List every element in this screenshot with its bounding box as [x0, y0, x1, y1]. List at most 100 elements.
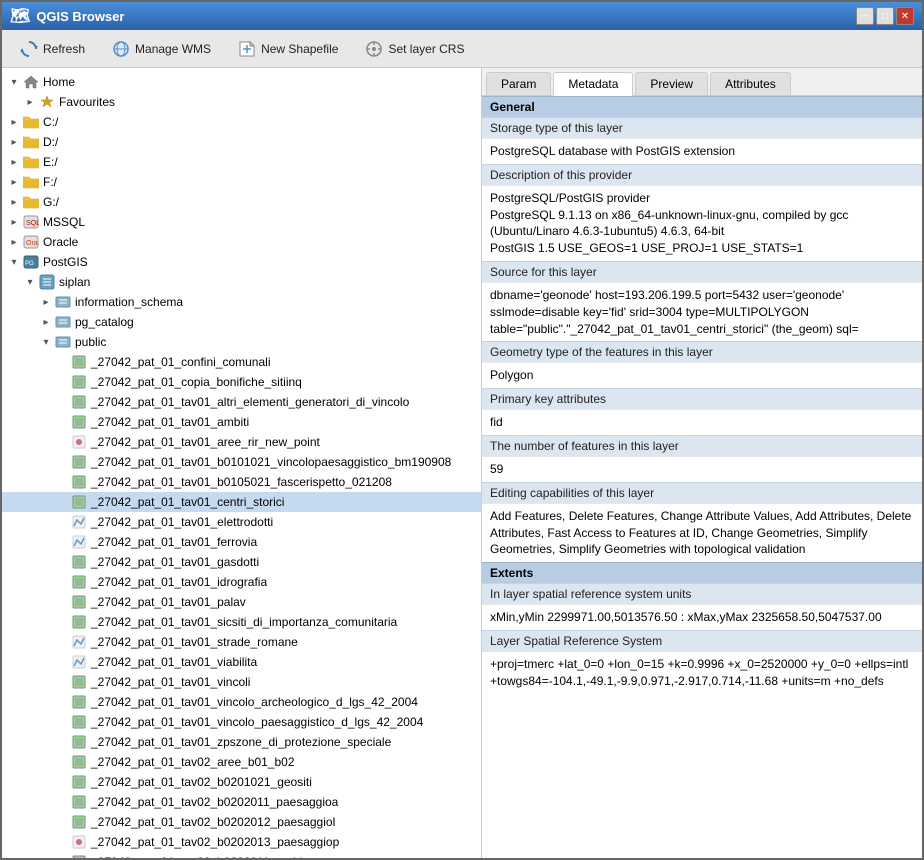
tree-item-l21[interactable]: _27042_pat_01_tav02_aree_b01_b02 — [2, 752, 481, 772]
layer-poly-icon — [70, 793, 88, 811]
tree-item-l10[interactable]: _27042_pat_01_tav01_ferrovia — [2, 532, 481, 552]
layer-poly-icon — [70, 673, 88, 691]
layer-point-icon — [70, 833, 88, 851]
tree-item-l1[interactable]: _27042_pat_01_confini_comunali — [2, 352, 481, 372]
layer-line-icon — [70, 633, 88, 651]
tree-item-d[interactable]: ▸ D:/ — [2, 132, 481, 152]
tree-item-f[interactable]: ▸F:/ — [2, 172, 481, 192]
tree-item-l11[interactable]: _27042_pat_01_tav01_gasdotti — [2, 552, 481, 572]
layer-line-icon — [70, 513, 88, 531]
tree-item-l24[interactable]: _27042_pat_01_tav02_b0202012_paesaggiol — [2, 812, 481, 832]
layer-poly-icon — [70, 713, 88, 731]
tree-item-label: _27042_pat_01_tav01_strade_romane — [91, 635, 298, 649]
refresh-label: Refresh — [43, 42, 85, 56]
tree-item-l8[interactable]: _27042_pat_01_tav01_centri_storici — [2, 492, 481, 512]
tree-item-postgis[interactable]: ▾PGPostGIS — [2, 252, 481, 272]
tree-item-label: _27042_pat_01_tav01_b0105021_fascerispet… — [91, 475, 392, 489]
set-layer-crs-button[interactable]: Set layer CRS — [355, 35, 473, 63]
tree-item-l3[interactable]: _27042_pat_01_tav01_altri_elementi_gener… — [2, 392, 481, 412]
tree-item-l6[interactable]: _27042_pat_01_tav01_b0101021_vincolopaes… — [2, 452, 481, 472]
new-shapefile-icon — [237, 39, 257, 59]
tree-item-siplan[interactable]: ▾siplan — [2, 272, 481, 292]
refresh-button[interactable]: Refresh — [10, 35, 94, 63]
layer-poly-icon — [70, 613, 88, 631]
tree-item-l25[interactable]: _27042_pat_01_tav02_b0202013_paesaggiop — [2, 832, 481, 852]
tab-preview[interactable]: Preview — [635, 72, 708, 95]
minimize-button[interactable]: ─ — [856, 7, 874, 25]
tree-item-l26[interactable]: _27042_pat_01_tav02_b0203011_ambientea — [2, 852, 481, 858]
tree-item-l14[interactable]: _27042_pat_01_tav01_sicsiti_di_importanz… — [2, 612, 481, 632]
tree-item-l15[interactable]: _27042_pat_01_tav01_strade_romane — [2, 632, 481, 652]
new-shapefile-button[interactable]: New Shapefile — [228, 35, 347, 63]
tree-item-l19[interactable]: _27042_pat_01_tav01_vincolo_paesaggistic… — [2, 712, 481, 732]
layer-poly-icon — [70, 553, 88, 571]
expand-arrow[interactable]: ▸ — [38, 297, 54, 308]
window-title: QGIS Browser — [36, 9, 124, 24]
tree-item-home[interactable]: ▾Home — [2, 72, 481, 92]
tree-item-l20[interactable]: _27042_pat_01_tav01_zpszone_di_protezion… — [2, 732, 481, 752]
tree-item-label: _27042_pat_01_tav02_aree_b01_b02 — [91, 755, 295, 769]
meta-row-header: Description of this provider — [482, 164, 922, 185]
folder-icon — [22, 113, 40, 131]
tree-item-c[interactable]: ▸C:/ — [2, 112, 481, 132]
db-schema-icon — [38, 273, 56, 291]
expand-arrow[interactable]: ▸ — [6, 237, 22, 248]
expand-arrow[interactable]: ▾ — [6, 257, 22, 268]
layer-poly-icon — [70, 733, 88, 751]
layer-poly-icon — [70, 353, 88, 371]
layer-point-icon — [70, 433, 88, 451]
close-button[interactable]: ✕ — [896, 7, 914, 25]
manage-wms-button[interactable]: Manage WMS — [102, 35, 220, 63]
tree-item-mssql[interactable]: ▸SQLMSSQL — [2, 212, 481, 232]
tree-item-l22[interactable]: _27042_pat_01_tav02_b0201021_geositi — [2, 772, 481, 792]
tree-item-label: _27042_pat_01_tav01_vincolo_archeologico… — [91, 695, 418, 709]
expand-arrow[interactable]: ▸ — [6, 177, 22, 188]
expand-arrow[interactable]: ▸ — [6, 217, 22, 228]
tree-item-l12[interactable]: _27042_pat_01_tav01_idrografia — [2, 572, 481, 592]
tree-item-label: _27042_pat_01_tav01_sicsiti_di_importanz… — [91, 615, 397, 629]
expand-arrow[interactable]: ▾ — [38, 337, 54, 348]
tree-item-l4[interactable]: _27042_pat_01_tav01_ambiti — [2, 412, 481, 432]
tree-item-l13[interactable]: _27042_pat_01_tav01_palav — [2, 592, 481, 612]
schema-icon — [54, 293, 72, 311]
expand-arrow[interactable]: ▸ — [6, 117, 22, 128]
layer-poly-icon — [70, 853, 88, 858]
tree-item-e[interactable]: ▸E:/ — [2, 152, 481, 172]
tabs-bar: ParamMetadataPreviewAttributes — [482, 68, 922, 96]
tree-item-l9[interactable]: _27042_pat_01_tav01_elettrodotti — [2, 512, 481, 532]
layer-poly-icon — [70, 813, 88, 831]
tree-item-l17[interactable]: _27042_pat_01_tav01_vincoli — [2, 672, 481, 692]
tree-item-l18[interactable]: _27042_pat_01_tav01_vincolo_archeologico… — [2, 692, 481, 712]
tree-item-g[interactable]: ▸G:/ — [2, 192, 481, 212]
tree-item-label: D:/ — [43, 135, 58, 149]
tree-item-favourites[interactable]: ▸Favourites — [2, 92, 481, 112]
tree-item-public[interactable]: ▾public — [2, 332, 481, 352]
expand-arrow[interactable]: ▸ — [6, 137, 22, 148]
expand-arrow[interactable]: ▸ — [22, 97, 38, 108]
expand-arrow[interactable]: ▾ — [22, 277, 38, 288]
browser-tree[interactable]: ▾Home▸Favourites▸C:/▸D:/▸E:/▸F:/▸G:/▸SQL… — [2, 68, 481, 858]
maximize-button[interactable]: □ — [876, 7, 894, 25]
tree-item-l2[interactable]: _27042_pat_01_copia_bonifiche_sitiinq — [2, 372, 481, 392]
tree-item-oracle[interactable]: ▸OraOracle — [2, 232, 481, 252]
tree-item-l16[interactable]: _27042_pat_01_tav01_viabilita — [2, 652, 481, 672]
tab-param[interactable]: Param — [486, 72, 551, 95]
layer-poly-icon — [70, 393, 88, 411]
expand-arrow[interactable]: ▸ — [6, 197, 22, 208]
layer-poly-icon — [70, 573, 88, 591]
tree-item-label: MSSQL — [43, 215, 85, 229]
tree-item-l5[interactable]: _27042_pat_01_tav01_aree_rir_new_point — [2, 432, 481, 452]
tab-metadata[interactable]: Metadata — [553, 72, 633, 96]
tab-attributes[interactable]: Attributes — [710, 72, 791, 95]
expand-arrow[interactable]: ▾ — [6, 77, 22, 88]
meta-row-header: The number of features in this layer — [482, 435, 922, 456]
expand-arrow[interactable]: ▸ — [38, 317, 54, 328]
tree-item-pg_catalog[interactable]: ▸pg_catalog — [2, 312, 481, 332]
tree-item-label: _27042_pat_01_tav01_aree_rir_new_point — [91, 435, 320, 449]
tree-item-l7[interactable]: _27042_pat_01_tav01_b0105021_fascerispet… — [2, 472, 481, 492]
tree-item-l23[interactable]: _27042_pat_01_tav02_b0202011_paesaggioa — [2, 792, 481, 812]
expand-arrow[interactable]: ▸ — [6, 157, 22, 168]
tree-item-info_schema[interactable]: ▸information_schema — [2, 292, 481, 312]
meta-section-header: General — [482, 96, 922, 117]
set-layer-crs-label: Set layer CRS — [388, 42, 464, 56]
